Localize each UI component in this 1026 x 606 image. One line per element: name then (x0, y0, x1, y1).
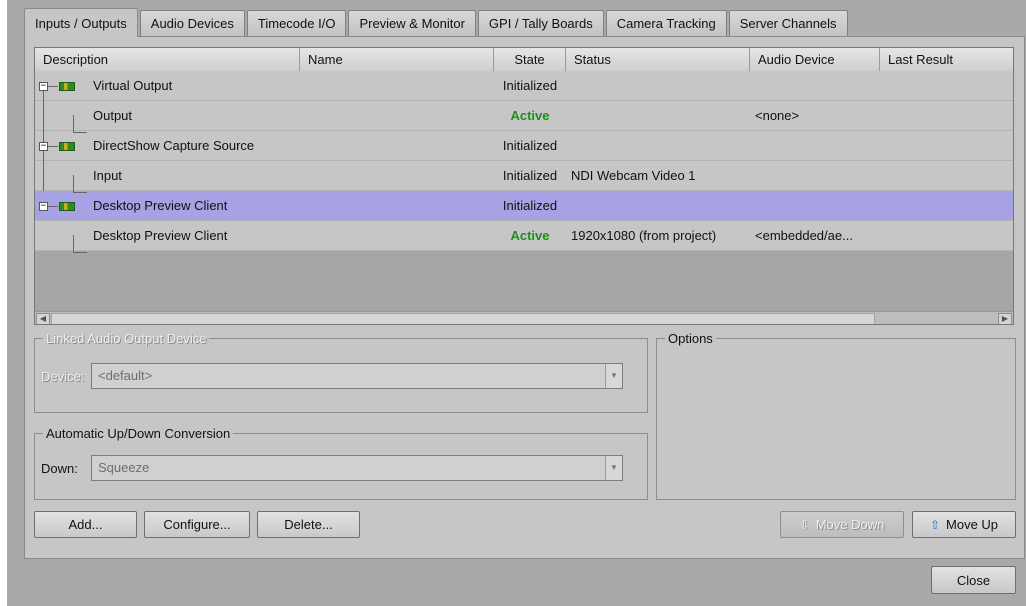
column-header-status[interactable]: Status (566, 48, 750, 71)
column-header-audio-device[interactable]: Audio Device (750, 48, 880, 71)
dialog: Inputs / Outputs Audio Devices Timecode … (7, 0, 1026, 606)
column-header-name[interactable]: Name (300, 48, 494, 71)
row-audio-device: <embedded/ae... (755, 228, 853, 243)
row-state: Initialized (502, 138, 558, 153)
table-row[interactable]: Virtual Output Initialized (35, 71, 1013, 101)
row-description: Input (93, 168, 122, 183)
delete-button[interactable]: Delete... (257, 511, 360, 538)
column-header-state[interactable]: State (494, 48, 566, 71)
row-description: Desktop Preview Client (93, 198, 228, 213)
configure-button[interactable]: Configure... (144, 511, 250, 538)
tab-gpi-tally-boards[interactable]: GPI / Tally Boards (477, 10, 604, 36)
row-description: DirectShow Capture Source (93, 138, 255, 153)
conversion-legend: Automatic Up/Down Conversion (46, 426, 231, 441)
tree-line (73, 235, 74, 252)
tab-server-channels[interactable]: Server Channels (728, 10, 848, 36)
row-state: Initialized (502, 198, 558, 213)
tree-line (73, 115, 74, 132)
chevron-down-icon: ▼ (605, 364, 622, 388)
row-description: Output (93, 108, 133, 123)
table-row-selected[interactable]: Desktop Preview Client Initialized (35, 191, 1013, 221)
tree-line (73, 252, 87, 253)
table-row[interactable]: Desktop Preview Client Active 1920x1080 … (35, 221, 1013, 251)
column-header-description[interactable]: Description (35, 48, 300, 71)
close-button[interactable]: Close (931, 566, 1016, 594)
move-up-label: Move Up (946, 517, 999, 532)
move-down-label: Move Down (815, 517, 885, 532)
tree-line (48, 86, 58, 87)
horizontal-scrollbar[interactable]: ◀ ▶ (35, 311, 1013, 324)
move-down-button[interactable]: ⇩ Move Down (780, 511, 904, 538)
options-legend: Options (668, 331, 713, 346)
tree-line (73, 175, 74, 192)
table-row[interactable]: DirectShow Capture Source Initialized (35, 131, 1013, 161)
device-dropdown-value: <default> (98, 368, 153, 383)
device-icon (59, 82, 75, 91)
row-status: 1920x1080 (from project) (571, 228, 717, 243)
tab-bar: Inputs / Outputs Audio Devices Timecode … (24, 8, 850, 37)
column-header-last-result[interactable]: Last Result (880, 48, 1013, 71)
table-row[interactable]: Input Initialized NDI Webcam Video 1 (35, 161, 1013, 191)
device-dropdown[interactable]: <default> ▼ (91, 363, 623, 389)
tree-line (73, 132, 87, 133)
tree-line (43, 89, 44, 191)
scroll-left-icon[interactable]: ◀ (36, 313, 50, 324)
row-status: NDI Webcam Video 1 (571, 168, 696, 183)
collapse-toggle-icon[interactable]: − (39, 142, 48, 151)
arrow-up-icon: ⇧ (929, 517, 941, 532)
row-audio-device: <none> (755, 108, 800, 123)
row-state: Initialized (502, 168, 558, 183)
arrow-down-icon: ⇩ (799, 517, 810, 532)
row-state: Initialized (502, 78, 558, 93)
grid-header: Description Name State Status Audio Devi… (35, 48, 1013, 72)
tree-line (73, 192, 87, 193)
options-group: Options (656, 331, 1016, 500)
chevron-down-icon: ▼ (605, 456, 622, 480)
add-button[interactable]: Add... (34, 511, 137, 538)
down-conversion-value: Squeeze (98, 460, 150, 475)
tab-timecode-io[interactable]: Timecode I/O (246, 10, 347, 36)
scroll-right-icon[interactable]: ▶ (998, 313, 1012, 324)
tree-line (48, 146, 58, 147)
row-description: Virtual Output (93, 78, 173, 93)
collapse-toggle-icon[interactable]: − (39, 82, 48, 91)
device-icon (59, 142, 75, 151)
tab-inputs-outputs[interactable]: Inputs / Outputs (24, 8, 138, 37)
tab-camera-tracking[interactable]: Camera Tracking (605, 10, 727, 36)
device-icon (59, 202, 75, 211)
tab-panel: Description Name State Status Audio Devi… (24, 36, 1025, 559)
move-up-button[interactable]: ⇧ Move Up (912, 511, 1016, 538)
scrollbar-thumb[interactable] (51, 313, 875, 324)
tree-line (48, 206, 58, 207)
row-state: Active (510, 228, 550, 243)
device-grid: Description Name State Status Audio Devi… (34, 47, 1014, 325)
linked-audio-legend: Linked Audio Output Device (46, 331, 207, 346)
row-description: Desktop Preview Client (93, 228, 228, 243)
down-conversion-dropdown[interactable]: Squeeze ▼ (91, 455, 623, 481)
row-state: Active (510, 108, 550, 123)
device-label: Device: (41, 369, 85, 384)
collapse-toggle-icon[interactable]: − (39, 202, 48, 211)
tab-preview-monitor[interactable]: Preview & Monitor (348, 10, 476, 36)
down-label: Down: (41, 461, 78, 476)
table-row[interactable]: Output Active <none> (35, 101, 1013, 131)
tab-audio-devices[interactable]: Audio Devices (139, 10, 245, 36)
